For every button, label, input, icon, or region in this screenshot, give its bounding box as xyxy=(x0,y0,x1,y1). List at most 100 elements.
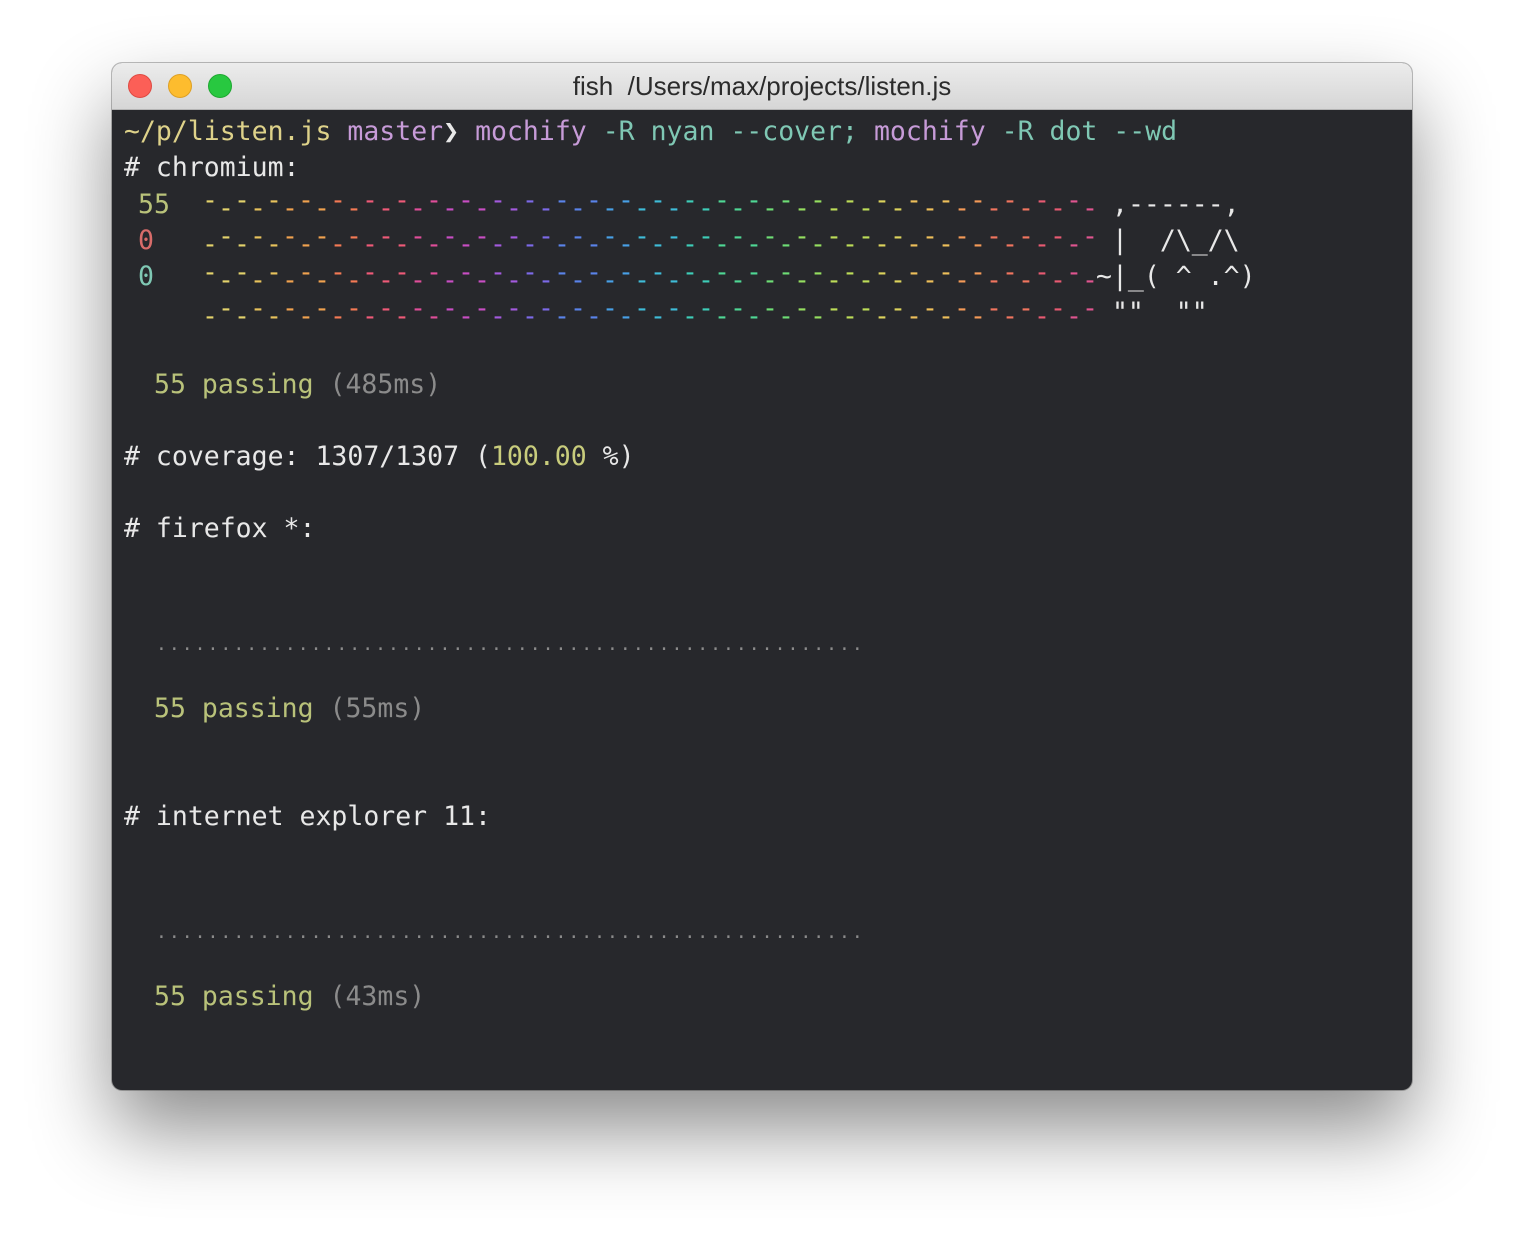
command-1-args: -R nyan --cover; xyxy=(602,116,858,147)
rainbow-segment: - xyxy=(330,301,346,332)
rainbow-segment: - xyxy=(266,301,282,332)
ie-header: # internet explorer 11: xyxy=(124,801,491,832)
rainbow-segment: - xyxy=(394,185,410,216)
rainbow-segment: - xyxy=(410,293,426,324)
rainbow-segment: - xyxy=(426,257,442,288)
rainbow-segment: - xyxy=(650,301,666,332)
rainbow-segment: - xyxy=(890,293,906,324)
rainbow-segment: - xyxy=(762,293,778,324)
chromium-passing-line: 55 passing (485ms) xyxy=(154,367,441,403)
prompt-arrow: ❯ xyxy=(443,116,460,147)
rainbow-segment: - xyxy=(714,301,730,332)
firefox-passing-line: 55 passing (55ms) xyxy=(154,691,425,727)
rainbow-segment: - xyxy=(474,221,490,252)
rainbow-segment: - xyxy=(490,301,506,332)
rainbow-segment: - xyxy=(362,257,378,288)
rainbow-segment: - xyxy=(826,293,842,324)
rainbow-segment: - xyxy=(634,221,650,252)
coverage-percent: 100.00 xyxy=(490,441,587,472)
rainbow-segment: - xyxy=(1018,221,1034,252)
rainbow-segment: - xyxy=(458,257,474,288)
rainbow-segment: - xyxy=(874,257,890,288)
coverage-line: # coverage: 1307/1307 (100.00 %) xyxy=(124,439,635,475)
rainbow-segment: - xyxy=(890,221,906,252)
rainbow-segment: - xyxy=(746,301,762,332)
rainbow-segment: - xyxy=(234,257,250,288)
ie-passing-count: 55 passing xyxy=(154,981,314,1012)
rainbow-segment: - xyxy=(602,221,618,252)
nyan-cat-line-4: "" "" xyxy=(1096,297,1208,328)
rainbow-segment: - xyxy=(778,301,794,332)
rainbow-segment: - xyxy=(842,257,858,288)
rainbow-segment: - xyxy=(842,185,858,216)
rainbow-segment: - xyxy=(506,221,522,252)
nyan-rainbow-row-2: ----------------------------------------… xyxy=(202,221,1098,260)
rainbow-segment: - xyxy=(554,257,570,288)
rainbow-segment: - xyxy=(346,221,362,252)
rainbow-segment: - xyxy=(714,257,730,288)
rainbow-segment: - xyxy=(250,293,266,324)
rainbow-segment: - xyxy=(586,301,602,332)
rainbow-segment: - xyxy=(858,293,874,324)
command-2-program: mochify xyxy=(873,116,986,147)
rainbow-segment: - xyxy=(538,293,554,324)
rainbow-segment: - xyxy=(746,257,762,288)
rainbow-segment: - xyxy=(954,293,970,324)
rainbow-segment: - xyxy=(1002,257,1018,288)
rainbow-segment: - xyxy=(666,293,682,324)
rainbow-segment: - xyxy=(778,185,794,216)
rainbow-segment: - xyxy=(698,221,714,252)
rainbow-segment: - xyxy=(362,301,378,332)
rainbow-segment: - xyxy=(586,257,602,288)
rainbow-segment: - xyxy=(810,301,826,332)
rainbow-segment: - xyxy=(282,221,298,252)
rainbow-segment: - xyxy=(426,185,442,216)
rainbow-segment: - xyxy=(970,301,986,332)
nyan-cat-line-2: | /\_/\ xyxy=(1112,225,1240,256)
coverage-prefix: # coverage: 1307/1307 ( xyxy=(124,441,491,472)
rainbow-segment: - xyxy=(986,293,1002,324)
title-bar: fish /Users/max/projects/listen.js xyxy=(112,63,1412,110)
rainbow-segment: - xyxy=(906,301,922,332)
rainbow-segment: - xyxy=(522,257,538,288)
rainbow-segment: - xyxy=(218,221,234,252)
rainbow-segment: - xyxy=(874,301,890,332)
ie-passing-line: 55 passing (43ms) xyxy=(154,979,425,1015)
firefox-passing-count: 55 passing xyxy=(154,693,314,724)
rainbow-segment: - xyxy=(458,185,474,216)
rainbow-segment: - xyxy=(666,221,682,252)
nyan-rainbow-row-4: ----------------------------------------… xyxy=(202,293,1098,332)
rainbow-segment: - xyxy=(442,293,458,324)
nyan-rainbow-row-1: ----------------------------------------… xyxy=(202,185,1098,224)
rainbow-segment: - xyxy=(570,293,586,324)
rainbow-segment: - xyxy=(570,221,586,252)
rainbow-segment: - xyxy=(586,185,602,216)
rainbow-segment: - xyxy=(730,293,746,324)
rainbow-segment: - xyxy=(970,257,986,288)
rainbow-segment: - xyxy=(442,221,458,252)
rainbow-segment: - xyxy=(218,293,234,324)
rainbow-segment: - xyxy=(266,257,282,288)
rainbow-segment: - xyxy=(858,221,874,252)
rainbow-segment: - xyxy=(1050,221,1066,252)
rainbow-segment: - xyxy=(282,293,298,324)
rainbow-segment: - xyxy=(1050,293,1066,324)
rainbow-segment: - xyxy=(714,185,730,216)
rainbow-segment: - xyxy=(954,221,970,252)
rainbow-segment: - xyxy=(810,185,826,216)
rainbow-segment: - xyxy=(730,221,746,252)
prompt-line: ~/p/listen.js master❯ mochify -R nyan --… xyxy=(124,114,1177,150)
rainbow-segment: - xyxy=(874,185,890,216)
rainbow-segment: - xyxy=(314,221,330,252)
rainbow-segment: - xyxy=(250,221,266,252)
rainbow-segment: - xyxy=(650,185,666,216)
rainbow-segment: - xyxy=(762,221,778,252)
rainbow-segment: - xyxy=(746,185,762,216)
rainbow-segment: - xyxy=(1066,185,1082,216)
rainbow-segment: - xyxy=(490,185,506,216)
rainbow-segment: - xyxy=(1066,301,1082,332)
prompt-path: ~/p/listen.js xyxy=(124,116,332,147)
terminal-content[interactable]: ~/p/listen.js master❯ mochify -R nyan --… xyxy=(112,110,1412,1090)
rainbow-segment: - xyxy=(234,301,250,332)
rainbow-segment: - xyxy=(538,221,554,252)
